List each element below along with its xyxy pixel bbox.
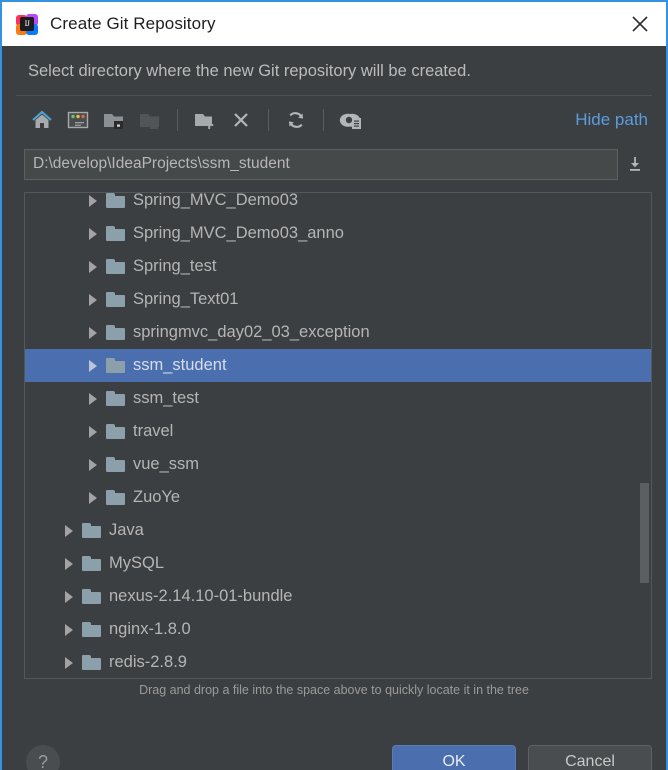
tree-node-label: springmvc_day02_03_exception (133, 323, 370, 341)
folder-icon (82, 589, 101, 604)
tree-node-label: nginx-1.8.0 (109, 620, 191, 638)
tree-node-label: vue_ssm (133, 455, 200, 473)
tree-node[interactable]: nexus-2.14.10-01-bundle (25, 580, 651, 613)
folder-icon (82, 523, 101, 538)
window-title: Create Git Repository (50, 14, 216, 33)
path-input[interactable]: D:\develop\IdeaProjects\ssm_student (24, 148, 618, 180)
folder-icon (106, 193, 125, 208)
tree-node-label: Spring_test (133, 257, 217, 275)
new-folder-icon[interactable] (187, 103, 223, 137)
expand-arrow-icon[interactable] (89, 392, 97, 405)
intellij-idea-logo-icon: IJ (16, 13, 38, 35)
toolbar-separator (323, 109, 324, 131)
tree-scrollbar-thumb[interactable] (640, 483, 649, 583)
ok-button[interactable]: OK (392, 745, 516, 770)
close-icon[interactable] (614, 2, 666, 46)
tree-node-label: travel (133, 422, 174, 440)
expand-arrow-icon[interactable] (89, 458, 97, 471)
tree-node[interactable]: ssm_student (25, 349, 651, 382)
insert-path-icon[interactable] (618, 149, 652, 180)
title-bar: IJ Create Git Repository (2, 2, 666, 46)
tree-node-label: ssm_test (133, 389, 200, 407)
toolbar-separator (177, 109, 178, 131)
path-row: D:\develop\IdeaProjects\ssm_student (2, 144, 666, 184)
folder-icon (106, 259, 125, 274)
tree-node[interactable]: ZuoYe (25, 481, 651, 514)
tree-node[interactable]: Spring_MVC_Demo03_anno (25, 217, 651, 250)
expand-arrow-icon[interactable] (89, 326, 97, 339)
expand-arrow-icon[interactable] (65, 557, 73, 570)
drag-drop-hint: Drag and drop a file into the space abov… (139, 683, 529, 697)
expand-arrow-icon[interactable] (89, 425, 97, 438)
expand-arrow-icon[interactable] (89, 491, 97, 504)
expand-arrow-icon[interactable] (89, 194, 97, 207)
project-folder-icon[interactable] (96, 103, 132, 137)
folder-icon (106, 292, 125, 307)
logo-letters: IJ (20, 17, 34, 31)
expand-arrow-icon[interactable] (89, 227, 97, 240)
cancel-button[interactable]: Cancel (528, 745, 652, 770)
folder-icon (82, 556, 101, 571)
folder-icon (106, 457, 125, 472)
tree-node-label: Spring_Text01 (133, 290, 239, 308)
expand-arrow-icon[interactable] (65, 590, 73, 603)
folder-icon (82, 622, 101, 637)
tree-node-label: redis-2.8.9 (109, 653, 187, 671)
tree-node-label: MySQL (109, 554, 165, 572)
folder-icon (106, 424, 125, 439)
help-button[interactable]: ? (26, 745, 60, 770)
folder-icon (106, 391, 125, 406)
tree-node-label: Spring_MVC_Demo03_anno (133, 224, 344, 242)
desktop-icon[interactable] (60, 103, 96, 137)
tree-node[interactable]: Spring_MVC_Demo03 (25, 192, 651, 217)
tree-node[interactable]: travel (25, 415, 651, 448)
tree-node-label: Spring_MVC_Demo03 (133, 192, 299, 209)
refresh-icon[interactable] (278, 103, 314, 137)
directory-tree[interactable]: Spring_MVC_Demo03 Spring_MVC_Demo03_anno S… (24, 192, 652, 679)
tree-node-label: Java (109, 521, 144, 539)
hide-path-link[interactable]: Hide path (575, 110, 652, 130)
tree-node[interactable]: ssm_test (25, 382, 651, 415)
folder-icon (106, 226, 125, 241)
delete-icon[interactable] (223, 103, 259, 137)
tree-node[interactable]: redis-2.8.9 (25, 646, 651, 678)
tree-node[interactable]: vue_ssm (25, 448, 651, 481)
tree-node[interactable]: Java (25, 514, 651, 547)
show-hidden-files-icon[interactable] (333, 103, 369, 137)
tree-node[interactable]: springmvc_day02_03_exception (25, 316, 651, 349)
tree-node-label: ZuoYe (133, 488, 181, 506)
module-folder-icon (132, 103, 168, 137)
tree-node[interactable]: Spring_Text01 (25, 283, 651, 316)
dialog-footer: ? OK Cancel (2, 736, 666, 770)
file-chooser-toolbar: Hide path (2, 96, 666, 144)
tree-node-label: ssm_student (133, 356, 227, 374)
tree-node[interactable]: MySQL (25, 547, 651, 580)
tree-node[interactable]: nginx-1.8.0 (25, 613, 651, 646)
expand-arrow-icon[interactable] (65, 623, 73, 636)
create-git-repository-dialog: IJ Create Git Repository Select director… (0, 0, 668, 770)
folder-icon (106, 325, 125, 340)
folder-icon (106, 358, 125, 373)
tree-node[interactable]: Spring_test (25, 250, 651, 283)
expand-arrow-icon[interactable] (89, 293, 97, 306)
folder-icon (106, 490, 125, 505)
expand-arrow-icon[interactable] (89, 359, 97, 372)
home-icon[interactable] (24, 103, 60, 137)
folder-icon (82, 655, 101, 670)
expand-arrow-icon[interactable] (65, 656, 73, 669)
dialog-prompt: Select directory where the new Git repos… (28, 62, 471, 80)
tree-node-label: nexus-2.14.10-01-bundle (109, 587, 293, 605)
toolbar-separator (268, 109, 269, 131)
expand-arrow-icon[interactable] (89, 260, 97, 273)
tree-scrollbar[interactable] (639, 194, 650, 677)
expand-arrow-icon[interactable] (65, 524, 73, 537)
